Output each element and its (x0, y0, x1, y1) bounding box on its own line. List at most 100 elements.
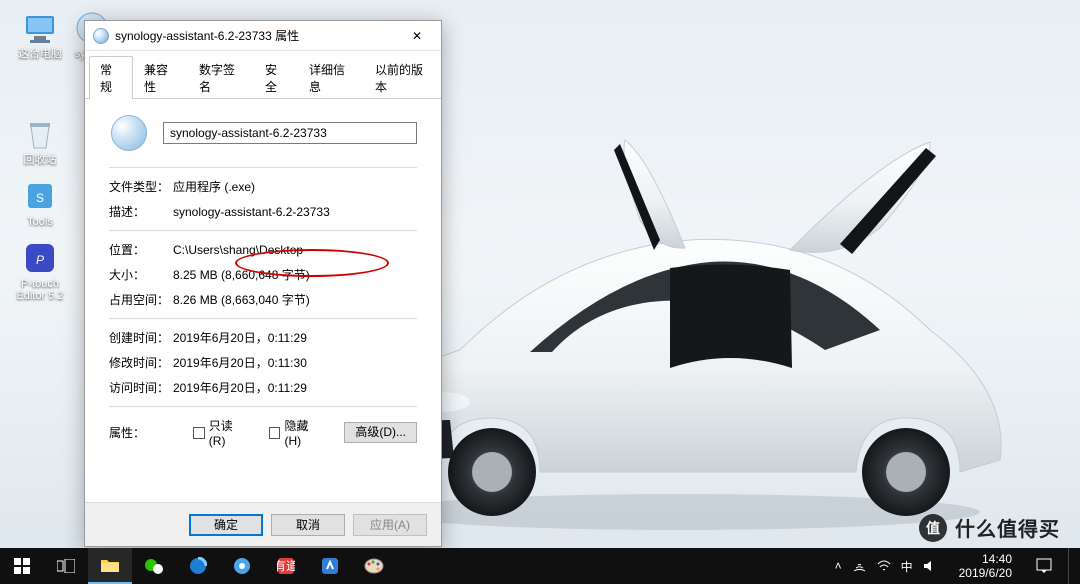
svg-text:S: S (36, 191, 44, 205)
label-attributes: 属性： (109, 424, 173, 441)
ime-indicator[interactable]: 中 (901, 558, 913, 575)
watermark-text: 什么值得买 (955, 513, 1060, 542)
tab-compatibility[interactable]: 兼容性 (133, 56, 188, 99)
desktop-icon-recycle[interactable]: 回收站 (10, 116, 70, 166)
apply-button[interactable]: 应用(A) (353, 514, 427, 536)
app2-button[interactable]: 有道 (264, 548, 308, 584)
ptouch-icon: P (22, 240, 58, 276)
browser-icon (189, 557, 207, 575)
value-disksize: 8.26 MB (8,663,040 字节) (173, 291, 310, 308)
cancel-button[interactable]: 取消 (271, 514, 345, 536)
app1-button[interactable] (220, 548, 264, 584)
value-description: synology-assistant-6.2-23733 (173, 205, 330, 219)
tools-icon: S (22, 178, 58, 214)
pc-icon (22, 10, 58, 46)
taskview-button[interactable] (44, 548, 88, 584)
desktop-icon-ptouch[interactable]: P P-touch Editor 5.2 (10, 240, 70, 302)
value-size: 8.25 MB (8,660,648 字节) (173, 266, 310, 283)
tab-label: 兼容性 (144, 63, 168, 94)
clock-date: 2019/6/20 (959, 566, 1012, 580)
desktop-icons: 这台电脑 synol... 回收站 S Tools P P-touch Edit… (10, 10, 70, 302)
taskview-icon (57, 559, 75, 573)
tab-details[interactable]: 详细信息 (298, 56, 364, 99)
desktop-icon-tools[interactable]: S Tools (10, 178, 70, 228)
tab-panel-general: 文件类型：应用程序 (.exe) 描述：synology-assistant-6… (85, 99, 441, 502)
tab-signatures[interactable]: 数字签名 (188, 56, 254, 99)
properties-dialog: synology-assistant-6.2-23733 属性 ✕ 常规 兼容性… (84, 20, 442, 547)
separator (109, 230, 417, 231)
notifications-button[interactable] (1026, 548, 1062, 584)
label-size: 大小： (109, 266, 173, 283)
dialog-buttons: 确定 取消 应用(A) (85, 502, 441, 546)
advanced-button[interactable]: 高级(D)... (344, 422, 417, 443)
tab-label: 详细信息 (309, 63, 345, 94)
checkbox-hidden[interactable]: 隐藏(H) (269, 417, 325, 448)
ok-button[interactable]: 确定 (189, 514, 263, 536)
tab-label: 常规 (100, 63, 112, 94)
icon-label: P-touch Editor 5.2 (16, 278, 63, 302)
label-modified: 修改时间： (109, 354, 173, 371)
file-type-icon (109, 113, 149, 153)
network-icon (852, 559, 867, 574)
value-created: 2019年6月20日，0:11:29 (173, 329, 307, 346)
desktop-icon-this-pc[interactable]: 这台电脑 (10, 10, 70, 60)
wifi-icon (877, 559, 891, 573)
tab-label: 安全 (265, 63, 277, 94)
label-disksize: 占用空间： (109, 291, 173, 308)
taskbar: 有道 ˄ 中 14:40 2019/6/20 (0, 548, 1080, 584)
paint-button[interactable] (352, 548, 396, 584)
watermark: 值 什么值得买 (919, 513, 1060, 542)
icon-label: 回收站 (24, 154, 57, 166)
label-created: 创建时间： (109, 329, 173, 346)
value-accessed: 2019年6月20日，0:11:29 (173, 379, 307, 396)
recycle-icon (22, 116, 58, 152)
checkbox-label: 只读(R) (209, 417, 249, 448)
explorer-button[interactable] (88, 548, 132, 584)
circle-icon (233, 557, 251, 575)
clock[interactable]: 14:40 2019/6/20 (951, 548, 1020, 584)
label-filetype: 文件类型： (109, 178, 173, 195)
tab-previous[interactable]: 以前的版本 (364, 56, 441, 99)
tab-general[interactable]: 常规 (89, 56, 133, 99)
separator (109, 167, 417, 168)
checkbox-label: 隐藏(H) (284, 417, 324, 448)
label-description: 描述： (109, 203, 173, 220)
systray[interactable]: ˄ 中 (827, 548, 945, 584)
icon-label: Tools (27, 216, 53, 228)
red-app-icon: 有道 (277, 557, 295, 575)
titlebar[interactable]: synology-assistant-6.2-23733 属性 ✕ (85, 21, 441, 51)
notification-icon (1036, 558, 1052, 574)
paint-icon (364, 558, 384, 574)
start-button[interactable] (0, 548, 44, 584)
wechat-button[interactable] (132, 548, 176, 584)
close-icon: ✕ (412, 29, 422, 43)
svg-text:P: P (36, 253, 44, 267)
close-button[interactable]: ✕ (395, 21, 439, 51)
label-accessed: 访问时间： (109, 379, 173, 396)
dialog-title: synology-assistant-6.2-23733 属性 (115, 27, 395, 44)
app-icon (93, 28, 109, 44)
tabs: 常规 兼容性 数字签名 安全 详细信息 以前的版本 (85, 55, 441, 99)
watermark-logo: 值 (919, 514, 947, 542)
icon-label: 这台电脑 (18, 48, 62, 60)
chevron-up-icon: ˄ (835, 559, 842, 573)
windows-icon (14, 558, 30, 574)
filename-input[interactable] (163, 122, 417, 144)
checkbox-readonly[interactable]: 只读(R) (193, 417, 249, 448)
browser-button[interactable] (176, 548, 220, 584)
app3-button[interactable] (308, 548, 352, 584)
taskbar-right: ˄ 中 14:40 2019/6/20 (827, 548, 1080, 584)
separator (109, 318, 417, 319)
checkbox-icon (193, 427, 205, 439)
value-modified: 2019年6月20日，0:11:30 (173, 354, 307, 371)
show-desktop-button[interactable] (1068, 548, 1074, 584)
label-location: 位置： (109, 241, 173, 258)
clock-time: 14:40 (982, 552, 1012, 566)
checkbox-icon (269, 427, 281, 439)
separator (109, 406, 417, 407)
value-filetype: 应用程序 (.exe) (173, 178, 255, 195)
tab-label: 数字签名 (199, 63, 235, 94)
tab-security[interactable]: 安全 (254, 56, 298, 99)
blue-app-icon (321, 557, 339, 575)
folder-icon (100, 557, 120, 573)
